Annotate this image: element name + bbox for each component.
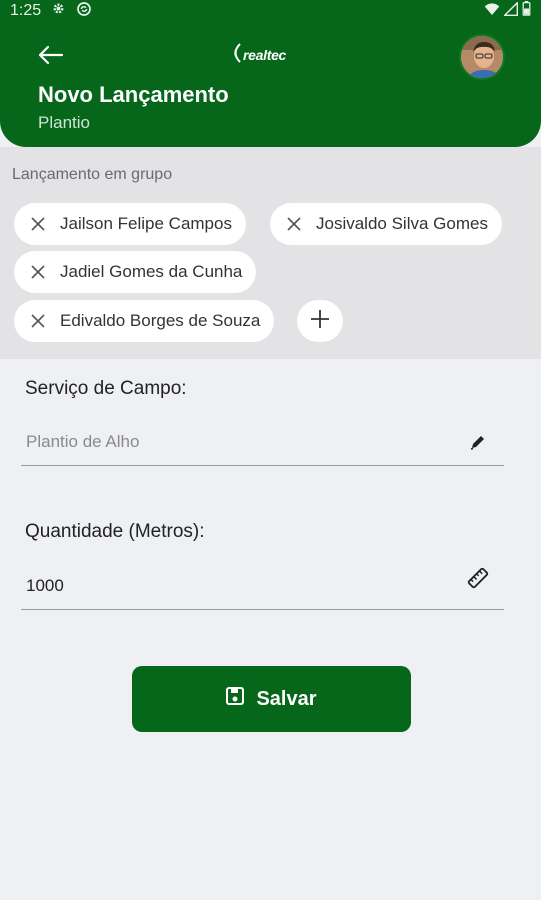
member-name: Jailson Felipe Campos (60, 214, 232, 233)
floppy-disk-icon (226, 687, 245, 711)
service-value: Plantio de Alho (26, 431, 140, 451)
app-bar: 1:25 realtec Novo Lançamento Plantio (0, 0, 541, 147)
screen: 1:25 realtec Novo Lançamento Plantio Lan… (0, 0, 541, 900)
page-title: Novo Lançamento (38, 82, 229, 107)
close-icon[interactable] (284, 214, 304, 234)
wifi-icon (484, 2, 500, 21)
member-chip[interactable]: Jailson Felipe Campos (14, 203, 246, 245)
page-subtitle: Plantio (38, 113, 90, 132)
status-right (484, 0, 531, 21)
status-bar: 1:25 (0, 0, 541, 22)
member-chip[interactable]: Edivaldo Borges de Souza (14, 300, 275, 342)
group-section: Lançamento em grupo Jailson Felipe Campo… (0, 147, 541, 359)
member-name: Edivaldo Borges de Souza (60, 311, 261, 330)
member-name: Jadiel Gomes da Cunha (60, 262, 243, 281)
quantity-label: Quantidade (Metros): (25, 521, 205, 542)
member-chip[interactable]: Jadiel Gomes da Cunha (14, 251, 257, 293)
arrow-left-icon (38, 45, 64, 70)
sync-status-icon (76, 1, 92, 22)
member-name: Josivaldo Silva Gomes (316, 214, 488, 233)
service-label: Serviço de Campo: (25, 378, 187, 399)
member-chip[interactable]: Josivaldo Silva Gomes (270, 203, 502, 245)
battery-icon (522, 1, 531, 21)
quantity-field[interactable]: 1000 (21, 562, 504, 610)
close-icon[interactable] (28, 311, 48, 331)
ruler-icon[interactable] (466, 566, 490, 590)
logo-swoosh-icon (230, 42, 242, 69)
service-field[interactable]: Plantio de Alho (21, 418, 504, 466)
plus-icon (309, 308, 331, 335)
back-button[interactable] (34, 40, 68, 74)
close-icon[interactable] (28, 214, 48, 234)
pencil-icon[interactable] (466, 430, 490, 454)
quantity-value: 1000 (26, 575, 64, 595)
signal-icon (503, 0, 518, 21)
logo-text: realtec (243, 47, 287, 63)
app-logo: realtec (230, 42, 294, 68)
user-avatar[interactable] (459, 34, 505, 80)
settings-status-icon (51, 1, 66, 21)
status-time: 1:25 (10, 2, 42, 19)
status-left: 1:25 (10, 1, 92, 22)
close-icon[interactable] (28, 262, 48, 282)
add-member-button[interactable] (297, 300, 343, 342)
group-label: Lançamento em grupo (12, 166, 173, 183)
save-button-label: Salvar (256, 687, 317, 710)
save-button[interactable]: Salvar (132, 666, 411, 732)
